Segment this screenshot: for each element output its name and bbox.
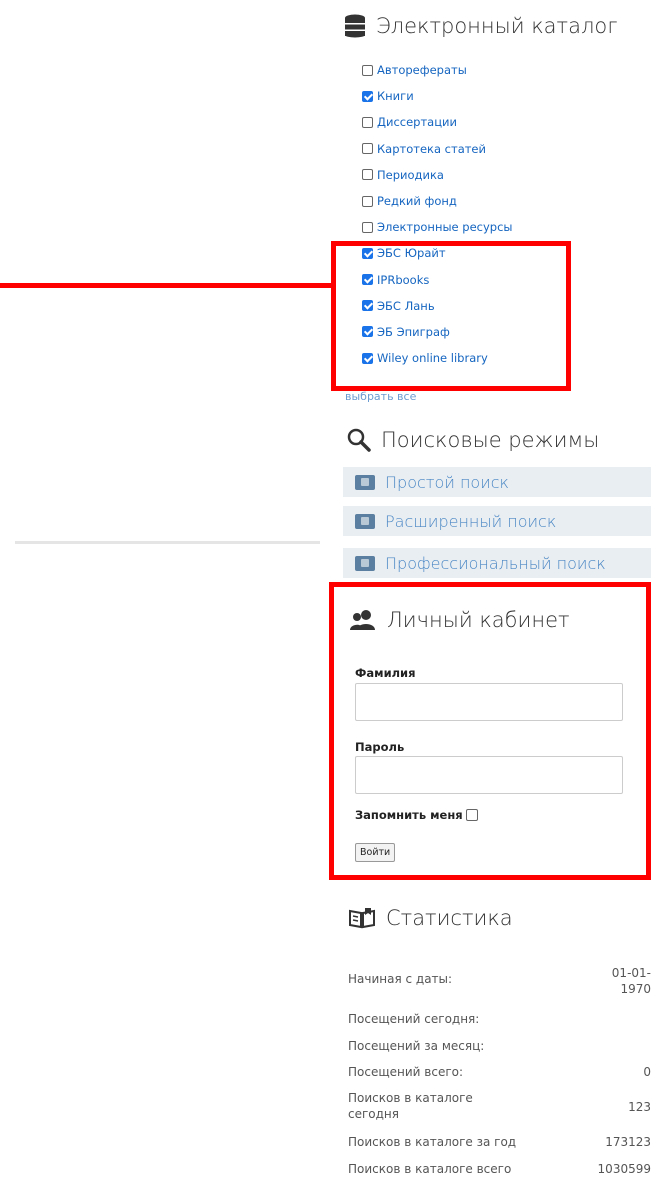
stat-row-visits-today: Посещений сегодня: (348, 1011, 651, 1029)
magnifier-icon (347, 428, 371, 452)
source-label[interactable]: Периодика (377, 168, 444, 182)
stat-row-searches-today: Поисков в каталоге сегодня 123 (348, 1090, 651, 1124)
source-checkbox[interactable] (362, 90, 373, 102)
stat-row-since-date: Начиная с даты: 01-01-1970 (348, 965, 651, 997)
stats-title: Статистика (386, 906, 513, 930)
source-checkbox[interactable] (362, 169, 373, 181)
browser-window-icon (355, 513, 375, 529)
stat-label: Поисков в каталоге всего (348, 1162, 512, 1176)
source-label[interactable]: Авторефераты (377, 63, 467, 77)
highlight-box-sources (331, 241, 571, 391)
mode-advanced-search[interactable]: Расширенный поиск (343, 506, 651, 536)
browser-window-icon (355, 474, 375, 490)
catalog-source-item[interactable]: Электронные ресурсы (362, 214, 513, 240)
mode-label: Профессиональный поиск (385, 553, 606, 573)
source-label[interactable]: Книги (377, 89, 414, 103)
catalog-source-item[interactable]: Картотека статей (362, 136, 513, 162)
stat-value: 01-01-1970 (611, 966, 651, 996)
source-label[interactable]: Электронные ресурсы (377, 220, 513, 234)
stat-label: Посещений за месяц: (348, 1039, 485, 1053)
catalog-header: Электронный каталог (344, 14, 618, 38)
surname-input[interactable] (355, 683, 623, 721)
highlight-pointer-line (0, 283, 333, 288)
catalog-source-item[interactable]: Диссертации (362, 109, 513, 135)
stat-value: 173123 (605, 1135, 651, 1149)
mode-professional-search[interactable]: Профессиональный поиск (343, 548, 651, 578)
divider (15, 541, 320, 544)
catalog-source-item[interactable]: Книги (362, 83, 513, 109)
source-checkbox[interactable] (362, 221, 373, 233)
stat-label: Поисков в каталоге за год (348, 1135, 517, 1149)
catalog-source-item[interactable]: Периодика (362, 162, 513, 188)
catalog-title: Электронный каталог (376, 14, 618, 38)
mode-simple-search[interactable]: Простой поиск (343, 467, 651, 497)
stat-value: 0 (643, 1065, 651, 1079)
remember-me-checkbox[interactable] (465, 809, 478, 821)
source-label[interactable]: Редкий фонд (377, 194, 457, 208)
catalog-source-item[interactable]: Редкий фонд (362, 188, 513, 214)
stat-value: 1030599 (597, 1162, 651, 1176)
source-checkbox[interactable] (362, 64, 373, 76)
source-checkbox[interactable] (362, 116, 373, 128)
stat-label: Начиная с даты: (348, 972, 453, 986)
select-all-link[interactable]: выбрать все (345, 390, 416, 403)
account-title: Личный кабинет (387, 608, 570, 632)
browser-window-icon (355, 555, 375, 571)
mode-label: Простой поиск (385, 472, 510, 492)
stat-label: Поисков в каталоге сегодня (348, 1091, 473, 1121)
stat-label: Посещений всего: (348, 1065, 464, 1079)
stat-row-visits-month: Посещений за месяц: (348, 1038, 651, 1056)
source-label[interactable]: Картотека статей (377, 142, 486, 156)
account-header: Личный кабинет (349, 608, 570, 632)
open-book-icon (348, 907, 376, 929)
password-input[interactable] (355, 756, 623, 794)
stat-label: Посещений сегодня: (348, 1012, 480, 1026)
search-modes-header: Поисковые режимы (347, 428, 599, 452)
stat-value: 123 (628, 1100, 651, 1114)
login-button[interactable]: Войти (355, 843, 396, 862)
stat-row-searches-total: Поисков в каталоге всего 1030599 (348, 1161, 651, 1179)
stats-header: Статистика (348, 906, 513, 930)
database-icon (344, 14, 366, 38)
catalog-source-item[interactable]: Авторефераты (362, 57, 513, 83)
password-label: Пароль (355, 740, 405, 754)
stat-row-visits-total: Посещений всего: 0 (348, 1064, 651, 1082)
users-icon (349, 609, 377, 631)
remember-me-row: Запомнить меня (355, 808, 482, 822)
surname-label: Фамилия (355, 666, 416, 680)
search-modes-title: Поисковые режимы (381, 428, 600, 452)
source-label[interactable]: Диссертации (377, 115, 457, 129)
mode-label: Расширенный поиск (385, 511, 557, 531)
stat-row-searches-year: Поисков в каталоге за год 173123 (348, 1134, 651, 1152)
source-checkbox[interactable] (362, 143, 373, 155)
remember-me-label: Запомнить меня (355, 808, 463, 822)
source-checkbox[interactable] (362, 195, 373, 207)
